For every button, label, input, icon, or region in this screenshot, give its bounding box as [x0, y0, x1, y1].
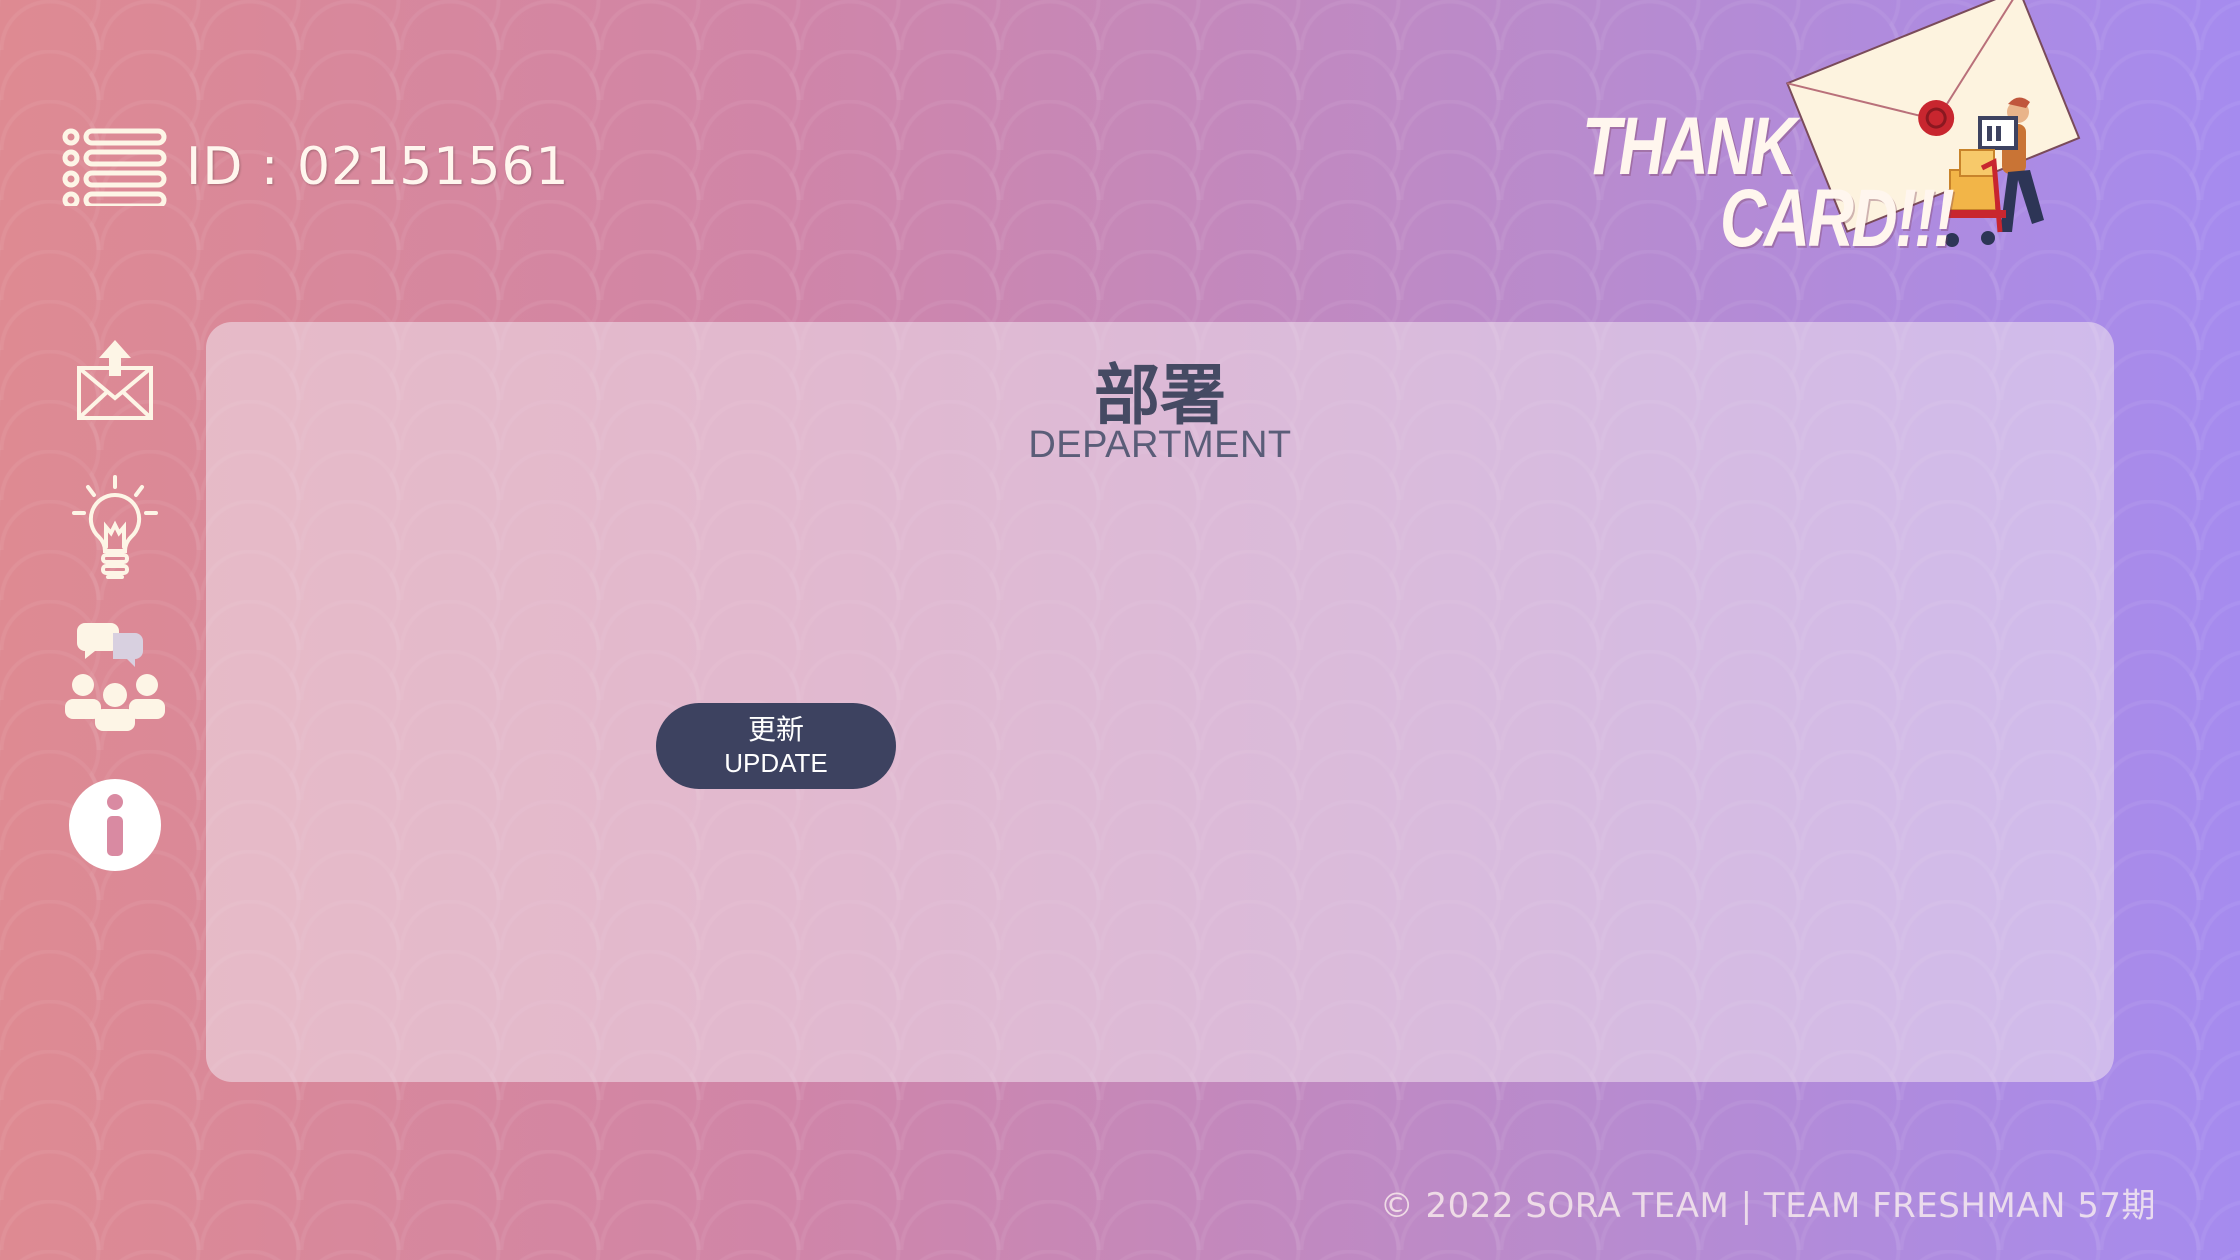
update-button[interactable]: 更新 UPDATE — [656, 703, 896, 789]
mail-upload-icon — [77, 340, 153, 420]
list-menu-icon[interactable] — [62, 128, 168, 206]
sidebar — [60, 330, 170, 920]
info-icon — [69, 779, 161, 871]
update-button-label-en: UPDATE — [724, 748, 828, 778]
user-id-text: ID : 02151561 — [186, 137, 570, 197]
user-id-header: ID : 02151561 — [62, 128, 570, 206]
sidebar-item-team[interactable] — [60, 620, 170, 731]
lightbulb-icon — [72, 475, 158, 579]
copyright-footer: © 2022 SORA TEAM | TEAM FRESHMAN 57期 — [1379, 1186, 2156, 1226]
update-button-label-jp: 更新 — [747, 713, 804, 746]
sidebar-item-info[interactable] — [60, 770, 170, 880]
logo-card-text: CARD!!! — [1720, 173, 1955, 264]
thank-card-logo: THANK CARD!!! — [1580, 0, 2100, 264]
sidebar-item-send-mail[interactable] — [60, 330, 170, 430]
page-subtitle: DEPARTMENT — [1028, 424, 1292, 466]
department-panel: 部署 DEPARTMENT 更新 UPDATE — [206, 322, 2114, 1082]
sidebar-item-idea[interactable] — [60, 470, 170, 590]
people-chat-icon — [65, 623, 165, 731]
